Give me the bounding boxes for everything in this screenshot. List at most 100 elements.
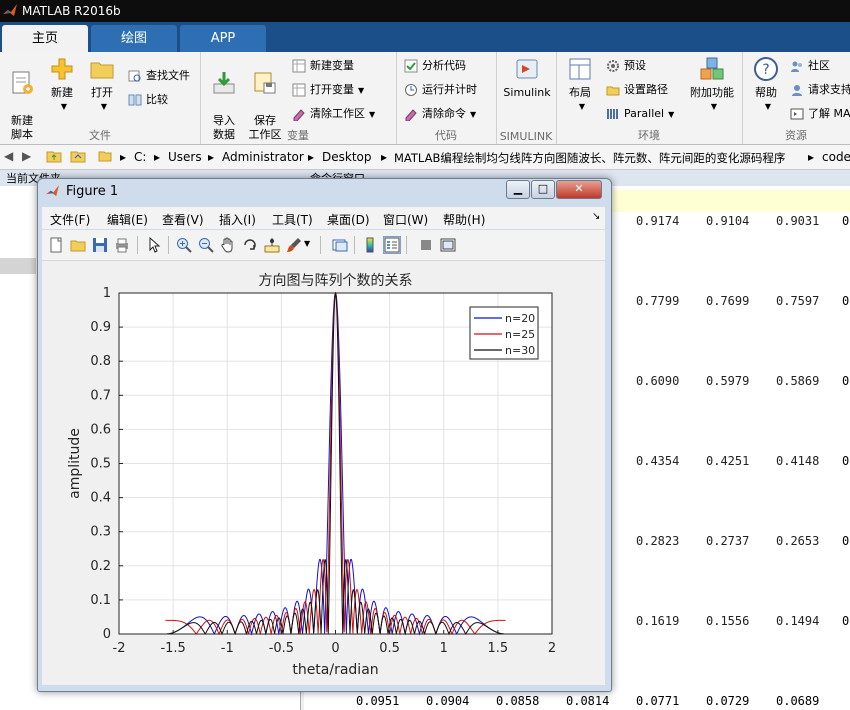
compare-button[interactable]: 比较: [128, 90, 168, 110]
breadcrumb-item[interactable]: code: [822, 150, 850, 164]
brush-icon[interactable]: [286, 237, 302, 253]
parallel-button[interactable]: Parallel ▼: [606, 104, 674, 124]
run-and-time-icon: [405, 84, 417, 96]
figure-title: Figure 1: [66, 184, 119, 199]
menu-view[interactable]: 查看(V): [162, 211, 204, 228]
back-arrow-icon[interactable]: ◀: [4, 149, 13, 163]
y-tick-label: 0.6: [90, 422, 111, 437]
hide-plot-tools-icon[interactable]: [418, 237, 434, 253]
legend-entry-label: n=20: [505, 312, 535, 325]
output-value: 0.0689: [776, 694, 820, 708]
clear-commands-label: 清除命令: [422, 107, 466, 120]
window-title: MATLAB R2016b: [22, 4, 121, 18]
open-variable-button[interactable]: 打开变量 ▼: [292, 80, 364, 100]
chevron-down-icon: ▼: [358, 86, 365, 95]
tab-home[interactable]: 主页: [2, 25, 88, 52]
open-icon[interactable]: [70, 237, 86, 253]
x-tick-label: 2: [548, 641, 556, 656]
analyze-code-button[interactable]: 分析代码: [404, 56, 466, 76]
new-variable-button[interactable]: 新建变量: [292, 56, 354, 76]
menu-window[interactable]: 窗口(W): [383, 211, 428, 228]
compare-label: 比较: [146, 93, 168, 106]
y-tick-label: 0.2: [90, 559, 111, 574]
x-tick-label: 0: [331, 641, 339, 656]
clear-workspace-button[interactable]: 清除工作区 ▼: [292, 104, 375, 124]
output-value: 0.1556: [706, 614, 750, 628]
chevron-down-icon[interactable]: ▼: [304, 239, 310, 248]
print-icon[interactable]: [114, 237, 130, 253]
breadcrumb-item[interactable]: Desktop: [322, 150, 372, 164]
request-support-button[interactable]: 请求支持: [790, 80, 850, 100]
run-and-time-label: 运行并计时: [422, 83, 477, 96]
folder-icon: [98, 151, 112, 162]
save-icon[interactable]: [92, 237, 108, 253]
zoom-out-icon[interactable]: [198, 237, 214, 253]
x-tick-label: 1.5: [488, 641, 509, 656]
dock-arrow-icon[interactable]: ↘: [592, 211, 600, 222]
community-button[interactable]: 社区: [790, 56, 830, 76]
set-path-button[interactable]: 设置路径: [606, 80, 668, 100]
chevron-down-icon: ▼: [100, 102, 108, 111]
clear-commands-button[interactable]: 清除命令 ▼: [404, 104, 476, 124]
output-value-clipped: 0: [842, 534, 850, 548]
run-and-time-button[interactable]: 运行并计时: [404, 80, 477, 100]
minimize-button[interactable]: ▁: [506, 180, 530, 199]
breadcrumb-item[interactable]: MATLAB编程绘制均匀线阵方向图随波长、阵元数、阵元间距的变化源码程序: [394, 150, 785, 166]
simulink-button[interactable]: Simulink: [502, 56, 552, 100]
help-icon: ?: [754, 57, 778, 81]
parallel-icon: [607, 109, 618, 119]
breadcrumb-item[interactable]: Administrator: [222, 150, 304, 164]
menu-edit[interactable]: 编辑(E): [107, 211, 148, 228]
colorbar-icon[interactable]: [362, 237, 378, 253]
set-path-label: 设置路径: [624, 83, 668, 96]
layout-button[interactable]: 布局 ▼: [558, 56, 602, 114]
open-button[interactable]: 打开 ▼: [80, 56, 124, 114]
clear-workspace-label: 清除工作区: [310, 107, 365, 120]
new-button[interactable]: 新建 ▼: [40, 56, 84, 114]
y-tick-label: 0: [103, 627, 111, 642]
up-folder-icon[interactable]: [46, 149, 62, 163]
figure-toolbar: ▼: [42, 230, 605, 261]
menu-desktop[interactable]: 桌面(D): [327, 211, 370, 228]
new-figure-icon[interactable]: [48, 237, 64, 253]
parallel-label: Parallel: [624, 107, 665, 120]
chevron-down-icon: ▼: [668, 110, 675, 119]
output-value: 0.2823: [636, 534, 680, 548]
ribbon-group-variable: 导入 数据 保存 工作区 新建变量 打开变量 ▼ 清除工作区 ▼ 变量: [200, 52, 397, 144]
breadcrumb-item[interactable]: C:: [134, 150, 146, 164]
addons-button[interactable]: 附加功能 ▼: [686, 56, 738, 114]
ribbon-group-file: 新建 脚本 新建 ▼ 打开 ▼ 查找文件 比较 文件: [0, 52, 201, 144]
zoom-in-icon[interactable]: [176, 237, 192, 253]
menu-help[interactable]: 帮助(H): [443, 211, 485, 228]
close-button[interactable]: ✕: [556, 180, 602, 199]
learn-matlab-button[interactable]: 了解 MA: [790, 104, 850, 124]
pan-icon[interactable]: [220, 237, 236, 253]
figure-canvas[interactable]: -2 -1.5 -1 -0.5 0 0.5 1 1.5 2 0 0.1 0.2 0.3 0.4 0.5 0.6…: [42, 261, 605, 685]
file-group-label: 文件: [89, 129, 111, 142]
output-value: 0.9031: [776, 214, 820, 228]
tab-apps[interactable]: APP: [180, 25, 266, 52]
find-files-button[interactable]: 查找文件: [128, 66, 190, 86]
legend[interactable]: n=20 n=25 n=30: [469, 306, 539, 360]
breadcrumb-item[interactable]: Users: [168, 150, 202, 164]
maximize-button[interactable]: □: [531, 180, 555, 199]
rotate-icon[interactable]: [242, 237, 258, 253]
menu-tools[interactable]: 工具(T): [272, 211, 313, 228]
link-icon[interactable]: [332, 237, 348, 253]
environment-group-label: 环境: [638, 129, 660, 142]
request-support-label: 请求支持: [808, 83, 850, 96]
help-button[interactable]: ? 帮助 ▼: [744, 56, 788, 114]
preferences-button[interactable]: 预设: [606, 56, 646, 76]
legend-icon[interactable]: [383, 236, 401, 254]
browse-folder-icon[interactable]: [70, 149, 86, 163]
menu-file[interactable]: 文件(F): [50, 211, 90, 228]
tab-plots[interactable]: 绘图: [91, 25, 177, 52]
output-value-clipped: 0: [842, 374, 850, 388]
show-plot-tools-icon[interactable]: [440, 237, 456, 253]
data-cursor-icon[interactable]: [264, 237, 280, 253]
pointer-icon[interactable]: [146, 237, 162, 253]
menu-insert[interactable]: 插入(I): [219, 211, 256, 228]
open-folder-icon: [90, 62, 114, 79]
forward-arrow-icon[interactable]: ▶: [22, 149, 31, 163]
selected-file-row[interactable]: [0, 258, 36, 274]
